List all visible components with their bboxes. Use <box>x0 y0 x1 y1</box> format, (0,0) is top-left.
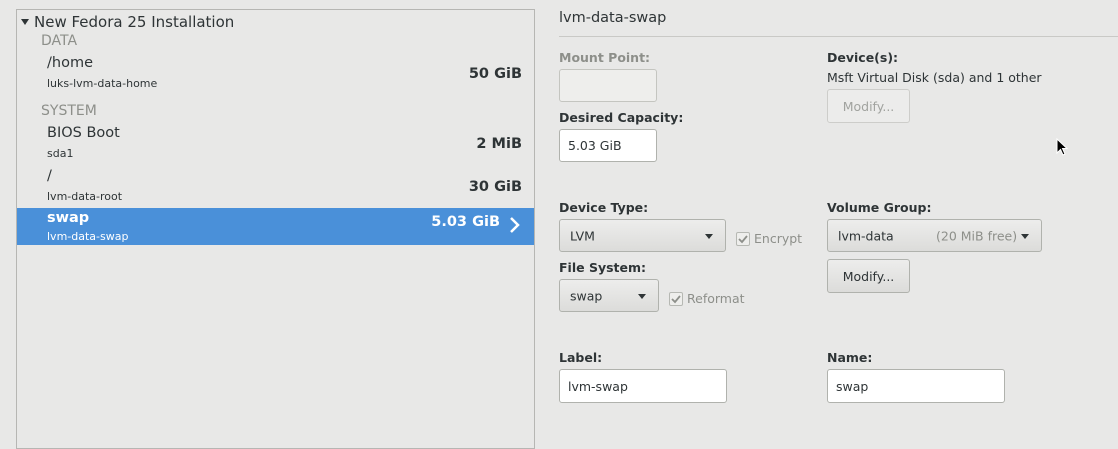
label-label: Label: <box>559 350 603 365</box>
volume-group-label: Volume Group: <box>827 200 932 215</box>
partition-row-root[interactable]: / lvm-data-root 30 GiB <box>17 168 534 205</box>
partition-name: / <box>47 168 52 184</box>
installation-title: New Fedora 25 Installation <box>34 13 235 31</box>
group-label-data: DATA <box>41 33 78 49</box>
name-label: Name: <box>827 350 873 365</box>
checkmark-icon <box>738 234 748 243</box>
checkbox-box <box>669 291 683 306</box>
partition-size: 2 MiB <box>476 136 522 152</box>
partition-size: 30 GiB <box>468 179 522 195</box>
partition-row-home[interactable]: /home luks-lvm-data-home 50 GiB <box>17 55 534 92</box>
reformat-label: Reformat <box>687 291 745 306</box>
device-type-value: LVM <box>570 228 595 243</box>
selected-device-title: lvm-data-swap <box>559 10 667 26</box>
name-input[interactable] <box>827 369 1005 403</box>
chevron-right-icon <box>510 217 520 233</box>
file-system-label: File System: <box>559 260 647 275</box>
partition-size: 50 GiB <box>468 66 522 82</box>
group-label-system: SYSTEM <box>41 103 97 119</box>
expand-arrow-icon[interactable] <box>21 19 29 25</box>
mouse-pointer-icon <box>1056 138 1068 156</box>
partition-name: swap <box>47 210 90 226</box>
checkbox-box <box>736 231 750 246</box>
partition-tree: New Fedora 25 Installation DATA /home lu… <box>16 9 535 449</box>
reformat-checkbox[interactable]: Reformat <box>669 291 745 306</box>
desired-capacity-input[interactable] <box>559 129 657 162</box>
devices-value: Msft Virtual Disk (sda) and 1 other <box>827 70 1042 85</box>
partition-device: lvm-data-root <box>47 190 123 203</box>
title-separator <box>559 36 1118 37</box>
partition-name: /home <box>47 55 93 71</box>
checkmark-icon <box>671 294 681 303</box>
mount-point-input[interactable] <box>559 69 657 102</box>
chevron-down-icon <box>705 233 713 239</box>
label-input[interactable] <box>559 369 727 403</box>
encrypt-checkbox[interactable]: Encrypt <box>736 231 802 246</box>
partition-size: 5.03 GiB <box>431 214 500 230</box>
partition-device: sda1 <box>47 147 74 160</box>
volume-group-value: lvm-data <box>838 228 894 243</box>
device-type-dropdown[interactable]: LVM <box>559 219 726 252</box>
volume-group-dropdown[interactable]: lvm-data (20 MiB free) <box>827 219 1042 252</box>
partition-device: luks-lvm-data-home <box>47 77 158 90</box>
volume-group-modify-button[interactable]: Modify... <box>827 259 910 293</box>
mount-point-label: Mount Point: <box>559 50 651 65</box>
devices-label: Device(s): <box>827 50 899 65</box>
partition-device: lvm-data-swap <box>47 230 129 243</box>
partition-row-swap[interactable]: swap lvm-data-swap 5.03 GiB <box>17 208 534 245</box>
partition-name: BIOS Boot <box>47 125 120 141</box>
devices-modify-button[interactable]: Modify... <box>827 89 910 123</box>
desired-capacity-label: Desired Capacity: <box>559 110 684 125</box>
file-system-dropdown[interactable]: swap <box>559 279 659 312</box>
volume-group-free: (20 MiB free) <box>936 228 1018 243</box>
chevron-down-icon <box>638 293 646 299</box>
partition-row-bios-boot[interactable]: BIOS Boot sda1 2 MiB <box>17 125 534 162</box>
file-system-value: swap <box>570 288 603 303</box>
encrypt-label: Encrypt <box>754 231 803 246</box>
chevron-down-icon <box>1021 233 1029 239</box>
device-type-label: Device Type: <box>559 200 649 215</box>
installation-header[interactable]: New Fedora 25 Installation <box>19 12 234 32</box>
